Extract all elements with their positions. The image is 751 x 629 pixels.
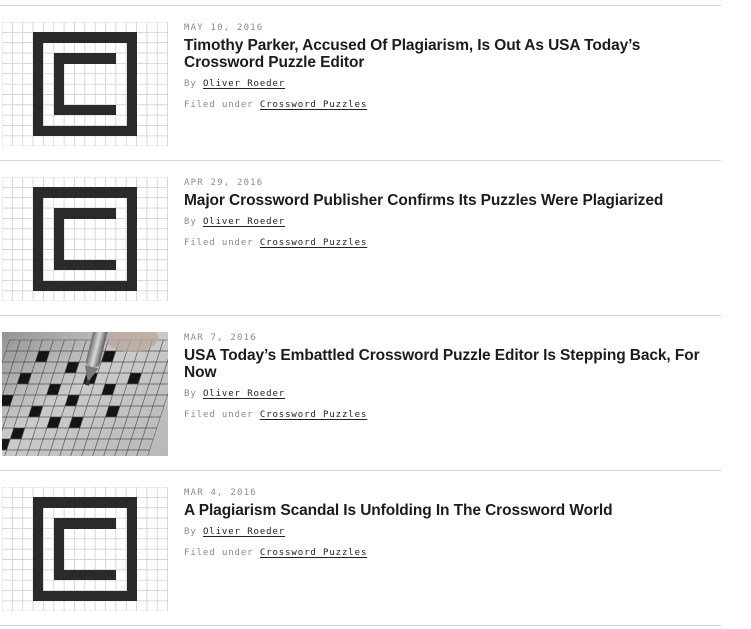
author-link[interactable]: Oliver Roeder — [203, 527, 285, 537]
category-link[interactable]: Crossword Puzzles — [260, 548, 367, 558]
crossword-logo-thumbnail[interactable] — [2, 22, 168, 146]
category-link[interactable]: Crossword Puzzles — [260, 238, 367, 248]
by-label: By — [184, 527, 197, 537]
crossword-logo-icon — [2, 177, 168, 301]
article-title-link[interactable]: USA Today’s Embattled Crossword Puzzle E… — [184, 347, 724, 381]
article-title-link[interactable]: A Plagiarism Scandal Is Unfolding In The… — [184, 502, 724, 519]
category-link[interactable]: Crossword Puzzles — [260, 410, 367, 420]
by-label: By — [184, 79, 197, 89]
crossword-logo-thumbnail[interactable] — [2, 177, 168, 301]
byline: By Oliver Roeder — [184, 526, 724, 538]
author-link[interactable]: Oliver Roeder — [203, 389, 285, 399]
crossword-logo-icon — [2, 22, 168, 146]
article-item: MAR 7, 2016 USA Today’s Embattled Crossw… — [0, 332, 721, 457]
article-item: MAR 4, 2016 A Plagiarism Scandal Is Unfo… — [0, 487, 721, 612]
by-label: By — [184, 217, 197, 227]
filed-under-label: Filed under — [184, 238, 254, 248]
filed-under: Filed under Crossword Puzzles — [184, 99, 724, 111]
by-label: By — [184, 389, 197, 399]
article-item: APR 29, 2016 Major Crossword Publisher C… — [0, 177, 721, 302]
bottom-divider — [0, 625, 721, 626]
author-link[interactable]: Oliver Roeder — [203, 217, 285, 227]
article-date: MAY 10, 2016 — [184, 23, 264, 33]
author-link[interactable]: Oliver Roeder — [203, 79, 285, 89]
article-title-link[interactable]: Major Crossword Publisher Confirms Its P… — [184, 192, 724, 209]
category-link[interactable]: Crossword Puzzles — [260, 100, 367, 110]
article-date: MAR 4, 2016 — [184, 488, 257, 498]
byline: By Oliver Roeder — [184, 216, 724, 228]
filed-under: Filed under Crossword Puzzles — [184, 547, 724, 559]
filed-under: Filed under Crossword Puzzles — [184, 237, 724, 249]
filed-under-label: Filed under — [184, 548, 254, 558]
top-divider — [0, 5, 721, 6]
byline: By Oliver Roeder — [184, 78, 724, 90]
filed-under-label: Filed under — [184, 100, 254, 110]
article-date: MAR 7, 2016 — [184, 333, 257, 343]
filed-under: Filed under Crossword Puzzles — [184, 409, 724, 421]
article-title-link[interactable]: Timothy Parker, Accused Of Plagiarism, I… — [184, 37, 724, 71]
byline: By Oliver Roeder — [184, 388, 724, 400]
crossword-pen-photo — [2, 332, 168, 456]
article-item: MAY 10, 2016 Timothy Parker, Accused Of … — [0, 22, 721, 147]
article-divider — [0, 315, 721, 316]
crossword-photo-thumbnail[interactable] — [2, 332, 168, 456]
article-divider — [0, 160, 721, 161]
crossword-logo-icon — [2, 487, 168, 611]
crossword-logo-thumbnail[interactable] — [2, 487, 168, 611]
article-date: APR 29, 2016 — [184, 178, 264, 188]
filed-under-label: Filed under — [184, 410, 254, 420]
article-divider — [0, 470, 721, 471]
